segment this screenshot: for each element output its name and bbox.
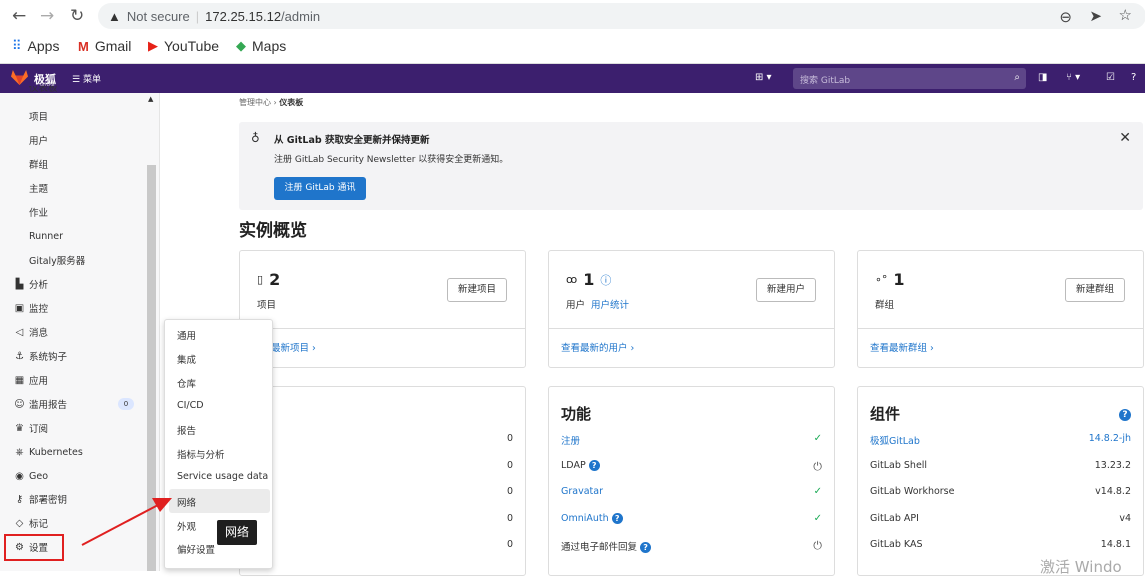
windows-activation-watermark: 激活 Windo (1040, 558, 1122, 576)
annotation-arrow (81, 498, 172, 546)
